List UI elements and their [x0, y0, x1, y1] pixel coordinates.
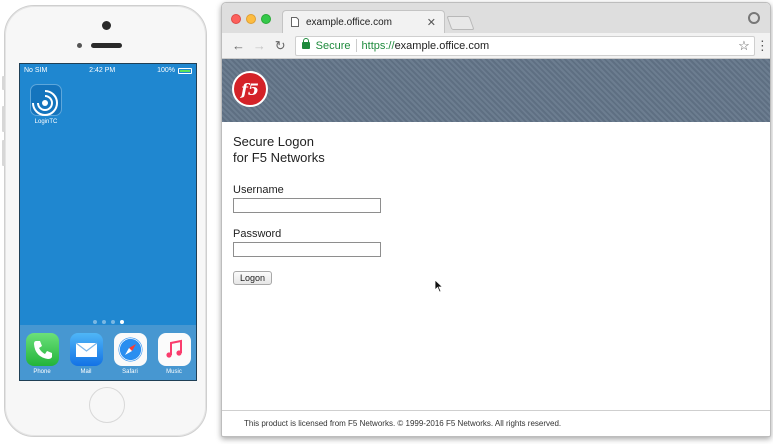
password-label: Password [233, 228, 282, 240]
app-logintc[interactable]: LoginTC [30, 84, 62, 125]
phone-icon [25, 333, 59, 366]
password-field[interactable] [233, 242, 381, 257]
browser-toolbar: ← → ↻ Secure https:// example.office.com… [222, 33, 770, 59]
dock-app-phone[interactable]: Phone [25, 333, 59, 375]
iphone-device: No SIM 2:42 PM 100% LoginTC Phone Mail S… [2, 5, 207, 437]
status-bar: No SIM 2:42 PM 100% [20, 64, 196, 77]
status-right: 100% [157, 67, 192, 74]
safari-icon [113, 333, 147, 366]
battery-icon [177, 67, 192, 74]
mute-switch [2, 76, 5, 90]
secure-label: Secure [315, 39, 351, 52]
lock-icon [301, 38, 310, 49]
dock-label: Phone [33, 369, 51, 375]
username-field[interactable] [233, 198, 381, 213]
forward-arrow-icon[interactable]: → [249, 38, 270, 53]
dock-label: Mail [80, 369, 92, 375]
logon-form: Secure Logon for F5 Networks Username Pa… [222, 122, 770, 286]
status-time: 2:42 PM [89, 67, 116, 74]
page-title-line1: Secure Logon [233, 134, 314, 149]
logo-text: f5 [240, 79, 259, 99]
volume-down-button [2, 140, 5, 166]
f5-logo: f5 [232, 71, 268, 107]
home-button[interactable] [89, 387, 125, 423]
page-dot-active [119, 320, 124, 324]
page-icon [291, 17, 299, 27]
battery-percent: 100% [157, 67, 175, 74]
tab-title: example.office.com [306, 16, 392, 28]
page-dot [101, 320, 106, 324]
reload-icon[interactable]: ↻ [270, 38, 291, 54]
url-scheme: https:// [361, 39, 395, 52]
dock-label: Safari [122, 369, 138, 375]
close-window-button[interactable] [231, 14, 241, 24]
title-bar: example.office.com ✕ [222, 3, 770, 33]
username-label: Username [233, 184, 284, 196]
proximity-sensor [77, 43, 82, 48]
front-camera [102, 21, 111, 30]
maximize-window-button[interactable] [261, 14, 271, 24]
browser-window: example.office.com ✕ ← → ↻ Secure https:… [221, 2, 771, 437]
page-footer: This product is licensed from F5 Network… [222, 410, 770, 436]
page-dot [110, 320, 115, 324]
page-dot [92, 320, 97, 324]
tab-close-icon[interactable]: ✕ [427, 16, 436, 29]
address-bar[interactable]: Secure https:// example.office.com ☆ [294, 35, 755, 56]
header-banner: f5 [222, 59, 770, 122]
volume-up-button [2, 106, 5, 132]
app-label: LoginTC [34, 119, 58, 125]
address-separator [355, 39, 357, 52]
url-host: example.office.com [394, 39, 490, 52]
logon-button[interactable]: Logon [233, 271, 273, 285]
new-tab-button[interactable] [446, 16, 475, 30]
back-arrow-icon[interactable]: ← [228, 38, 249, 53]
minimize-window-button[interactable] [246, 14, 256, 24]
music-icon [157, 333, 191, 366]
carrier-label: No SIM [24, 67, 48, 74]
dock: Phone Mail Safari Music [20, 325, 196, 380]
page-title-line2: for F5 Networks [233, 150, 325, 165]
home-screen: No SIM 2:42 PM 100% LoginTC Phone Mail S… [19, 63, 197, 381]
bookmark-star-icon[interactable]: ☆ [738, 38, 750, 54]
dock-app-mail[interactable]: Mail [69, 333, 103, 375]
dock-app-music[interactable]: Music [157, 333, 191, 375]
page-title: Secure Logon for F5 Networks [233, 134, 770, 166]
dock-label: Music [166, 369, 182, 375]
earpiece-speaker [91, 43, 122, 48]
profile-icon[interactable] [748, 12, 760, 24]
browser-menu-icon[interactable]: ⋮ [755, 38, 770, 54]
tab-active[interactable]: example.office.com ✕ [282, 10, 445, 33]
dock-app-safari[interactable]: Safari [113, 333, 147, 375]
page-indicator[interactable] [20, 320, 196, 324]
mouse-cursor-icon [434, 279, 444, 293]
logintc-icon [30, 84, 62, 116]
mail-icon [69, 333, 103, 366]
